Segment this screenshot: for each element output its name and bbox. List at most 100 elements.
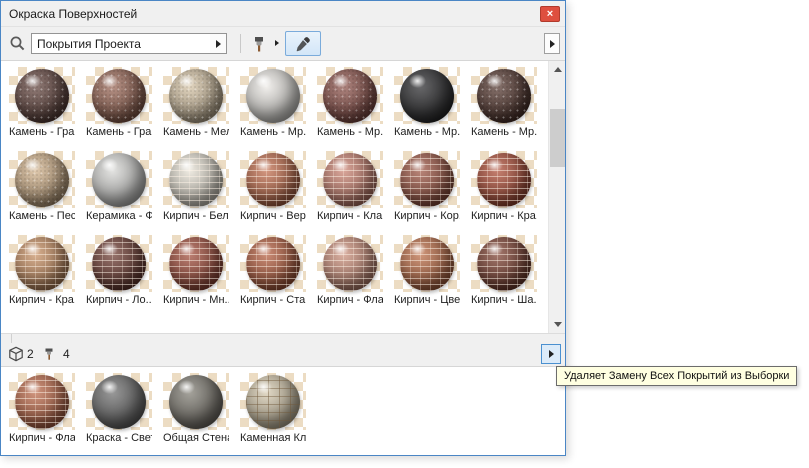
material-item[interactable]: Кирпич - Кла... — [317, 151, 383, 223]
material-item[interactable]: Кирпич - Кор... — [394, 151, 460, 223]
material-preview — [163, 151, 229, 208]
material-item[interactable]: Кирпич - Мн... — [163, 235, 229, 307]
material-sphere — [246, 69, 300, 123]
material-sphere — [169, 153, 223, 207]
painted-surfaces-count: 4 — [63, 347, 70, 361]
material-sphere — [92, 237, 146, 291]
material-label: Кирпич - Бел... — [163, 210, 229, 223]
material-sphere — [400, 237, 454, 291]
material-sphere — [477, 237, 531, 291]
vertical-scrollbar[interactable] — [548, 61, 565, 333]
material-item[interactable]: Камень - Гра... — [9, 67, 75, 139]
material-label: Краска - Свет... — [86, 432, 152, 445]
material-sphere — [169, 375, 223, 429]
material-sphere — [323, 237, 377, 291]
surface-source-combo-value: Покрытия Проекта — [37, 37, 141, 51]
material-preview — [471, 235, 537, 292]
material-label: Камень - Гра... — [9, 126, 75, 139]
splitter-handle[interactable] — [1, 334, 12, 343]
paint-tool-flyout-arrow-icon[interactable] — [275, 40, 279, 46]
material-sphere — [92, 375, 146, 429]
material-label: Кирпич - Кра... — [471, 210, 537, 223]
combo-flyout-button[interactable] — [210, 33, 227, 54]
toolbar-flyout-button[interactable] — [544, 33, 560, 54]
material-preview — [471, 151, 537, 208]
material-item[interactable]: Кирпич - Кра... — [471, 151, 537, 223]
combo-flyout-arrow-icon — [216, 40, 221, 48]
title-bar[interactable]: Окраска Поверхностей × — [1, 1, 565, 27]
scroll-up-button[interactable] — [549, 61, 566, 78]
scrollbar-thumb[interactable] — [550, 109, 565, 167]
material-preview — [240, 373, 306, 430]
material-label: Кирпич - Кла... — [317, 210, 383, 223]
material-preview — [471, 67, 537, 124]
material-item[interactable]: Керамика - Ф... — [86, 151, 152, 223]
material-label: Каменная Кл... — [240, 432, 306, 445]
material-preview — [86, 373, 152, 430]
material-label: Керамика - Ф... — [86, 210, 152, 223]
material-sphere — [400, 69, 454, 123]
material-preview — [9, 151, 75, 208]
material-item[interactable]: Краска - Свет... — [86, 373, 152, 445]
material-item[interactable]: Кирпич - Ша... — [471, 235, 537, 307]
toolbar: Покрытия Проекта — [1, 27, 565, 60]
material-item[interactable]: Камень - Мел... — [163, 67, 229, 139]
material-item[interactable]: Камень - Пес... — [9, 151, 75, 223]
material-sphere — [15, 237, 69, 291]
material-sphere — [92, 69, 146, 123]
material-label: Кирпич - Кра... — [9, 294, 75, 307]
material-item[interactable]: Кирпич - Фла... — [317, 235, 383, 307]
material-item[interactable]: Кирпич - Вер... — [240, 151, 306, 223]
material-sphere — [15, 153, 69, 207]
material-sphere — [15, 375, 69, 429]
painted-surfaces-icon — [43, 347, 58, 362]
search-icon — [9, 35, 26, 52]
material-preview — [317, 67, 383, 124]
scroll-down-button[interactable] — [549, 316, 566, 333]
material-item[interactable]: Кирпич - Цве... — [394, 235, 460, 307]
main-grid: Камень - Гра... Камень - Гра... Камень -… — [1, 61, 548, 333]
surface-source-combo[interactable]: Покрытия Проекта — [31, 33, 211, 54]
material-preview — [240, 151, 306, 208]
window-title: Окраска Поверхностей — [9, 7, 137, 21]
material-item[interactable]: Камень - Мр... — [240, 67, 306, 139]
material-label: Кирпич - Ло... — [86, 294, 152, 307]
material-label: Кирпич - Ша... — [471, 294, 537, 307]
material-label: Кирпич - Вер... — [240, 210, 306, 223]
material-sphere — [477, 153, 531, 207]
material-preview — [317, 235, 383, 292]
material-sphere — [477, 69, 531, 123]
material-item[interactable]: Камень - Мр... — [394, 67, 460, 139]
remove-overrides-button[interactable] — [541, 344, 561, 364]
material-item[interactable]: Камень - Мр... — [317, 67, 383, 139]
material-item[interactable]: Кирпич - Кра... — [9, 235, 75, 307]
material-label: Камень - Мр... — [240, 126, 306, 139]
material-preview — [163, 373, 229, 430]
material-label: Камень - Гра... — [86, 126, 152, 139]
selection-surfaces-list: Кирпич - Фла... Краска - Свет... Общая С… — [1, 366, 565, 455]
material-item[interactable]: Камень - Гра... — [86, 67, 152, 139]
selected-elements-count: 2 — [27, 347, 34, 361]
material-preview — [9, 67, 75, 124]
paint-tool-button[interactable] — [246, 31, 273, 56]
material-item[interactable]: Каменная Кл... — [240, 373, 306, 445]
material-item[interactable]: Камень - Мр... — [471, 67, 537, 139]
panel-splitter[interactable] — [1, 333, 565, 343]
material-sphere — [246, 153, 300, 207]
material-preview — [240, 67, 306, 124]
material-preview — [163, 235, 229, 292]
material-item[interactable]: Кирпич - Бел... — [163, 151, 229, 223]
surface-catalog-list: Камень - Гра... Камень - Гра... Камень -… — [1, 60, 565, 333]
material-label: Кирпич - Фла... — [317, 294, 383, 307]
material-preview — [9, 373, 75, 430]
material-item[interactable]: Кирпич - Ста... — [240, 235, 306, 307]
material-sphere — [92, 153, 146, 207]
material-item[interactable]: Кирпич - Ло... — [86, 235, 152, 307]
material-label: Камень - Мр... — [317, 126, 383, 139]
toolbar-flyout-arrow-icon — [550, 40, 555, 48]
material-item[interactable]: Кирпич - Фла... — [9, 373, 75, 445]
material-sphere — [169, 69, 223, 123]
close-button[interactable]: × — [540, 6, 560, 22]
material-item[interactable]: Общая Стена... — [163, 373, 229, 445]
eyedropper-button[interactable] — [285, 31, 321, 56]
